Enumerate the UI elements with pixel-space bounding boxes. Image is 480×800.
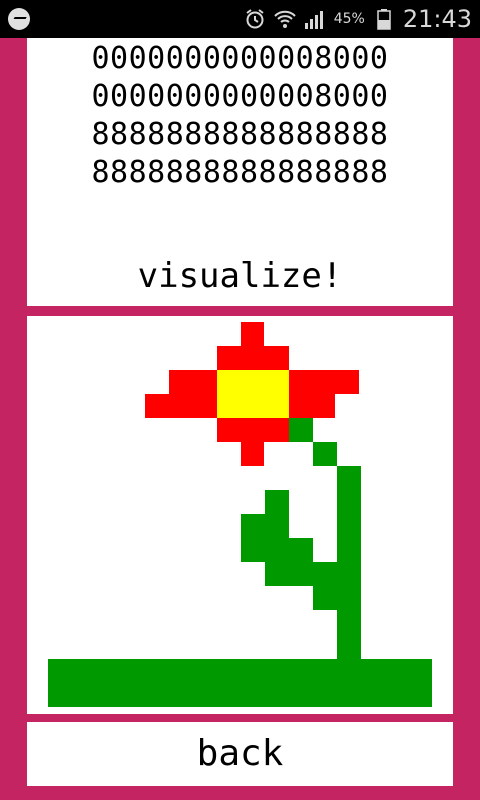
pixel-canvas [27,316,453,714]
code-input[interactable]: 0000000000008000 0000000000008000 888888… [27,40,453,192]
stem [289,418,313,442]
ground [48,659,432,707]
code-row: 0000000000008000 [91,79,389,114]
battery-percent: 45% [333,11,365,27]
wifi-icon [273,8,296,30]
clock: 21:43 [402,5,472,33]
flower-petal [241,322,264,346]
pixel-art [48,322,432,707]
back-label: back [196,733,284,774]
battery-icon [373,8,395,30]
visualize-button[interactable]: visualize! [27,248,453,304]
status-icons: 45% 21:43 [244,0,472,38]
code-row: 0000000000008000 [91,41,389,76]
alarm-icon [244,8,266,30]
leaf [265,562,361,586]
signal-icon [304,8,326,30]
code-panel: 0000000000008000 0000000000008000 888888… [27,38,453,306]
leaf [265,490,289,514]
leaf [241,538,313,562]
leaf [241,514,289,538]
status-bar: 45% 21:43 [0,0,480,38]
flower-petal [241,442,264,466]
messenger-icon [8,8,30,30]
code-row: 8888888888888888 [91,155,389,190]
back-button[interactable]: back [27,722,453,786]
flower-petal [217,418,289,442]
leaf [313,586,361,610]
flower-center [217,370,289,418]
flower-petal [217,346,289,370]
code-row: 8888888888888888 [91,117,389,152]
stem [313,442,337,466]
